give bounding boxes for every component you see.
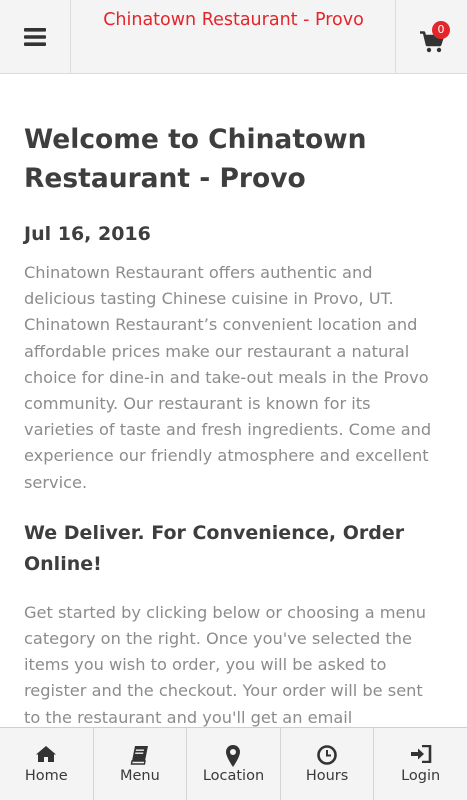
restaurant-title[interactable]: Chinatown Restaurant - Provo: [72, 10, 395, 30]
hamburger-menu-icon: [24, 27, 46, 46]
tab-hours[interactable]: Hours: [281, 728, 375, 800]
book-icon: [130, 746, 148, 765]
map-marker-icon: [226, 745, 241, 767]
tab-home-label: Home: [24, 768, 68, 784]
tab-menu-label: Menu: [119, 768, 160, 784]
bottom-nav: Home Menu Location Hours Login: [0, 727, 467, 800]
delivery-heading: We Deliver. For Convenience, Order Onlin…: [24, 521, 405, 575]
sign-in-icon: [410, 745, 431, 763]
cart-button[interactable]: 0: [395, 0, 467, 73]
top-header: Chinatown Restaurant - Provo 0: [0, 0, 467, 74]
tab-login[interactable]: Login: [374, 728, 467, 800]
tab-home[interactable]: Home: [0, 728, 94, 800]
cart-count-badge: 0: [432, 21, 450, 39]
main-content: Welcome to Chinatown Restaurant - Provo …: [24, 120, 442, 757]
home-icon: [36, 746, 57, 762]
menu-button[interactable]: [0, 0, 71, 73]
tab-location[interactable]: Location: [187, 728, 281, 800]
post-date: Jul 16, 2016: [24, 223, 151, 245]
clock-icon: [317, 745, 337, 765]
tab-hours-label: Hours: [305, 768, 349, 784]
tab-login-label: Login: [401, 768, 441, 784]
tab-location-label: Location: [202, 768, 265, 784]
tab-menu[interactable]: Menu: [94, 728, 188, 800]
page-title: Welcome to Chinatown Restaurant - Provo: [24, 124, 367, 194]
intro-paragraph: Chinatown Restaurant offers authentic an…: [24, 263, 432, 492]
